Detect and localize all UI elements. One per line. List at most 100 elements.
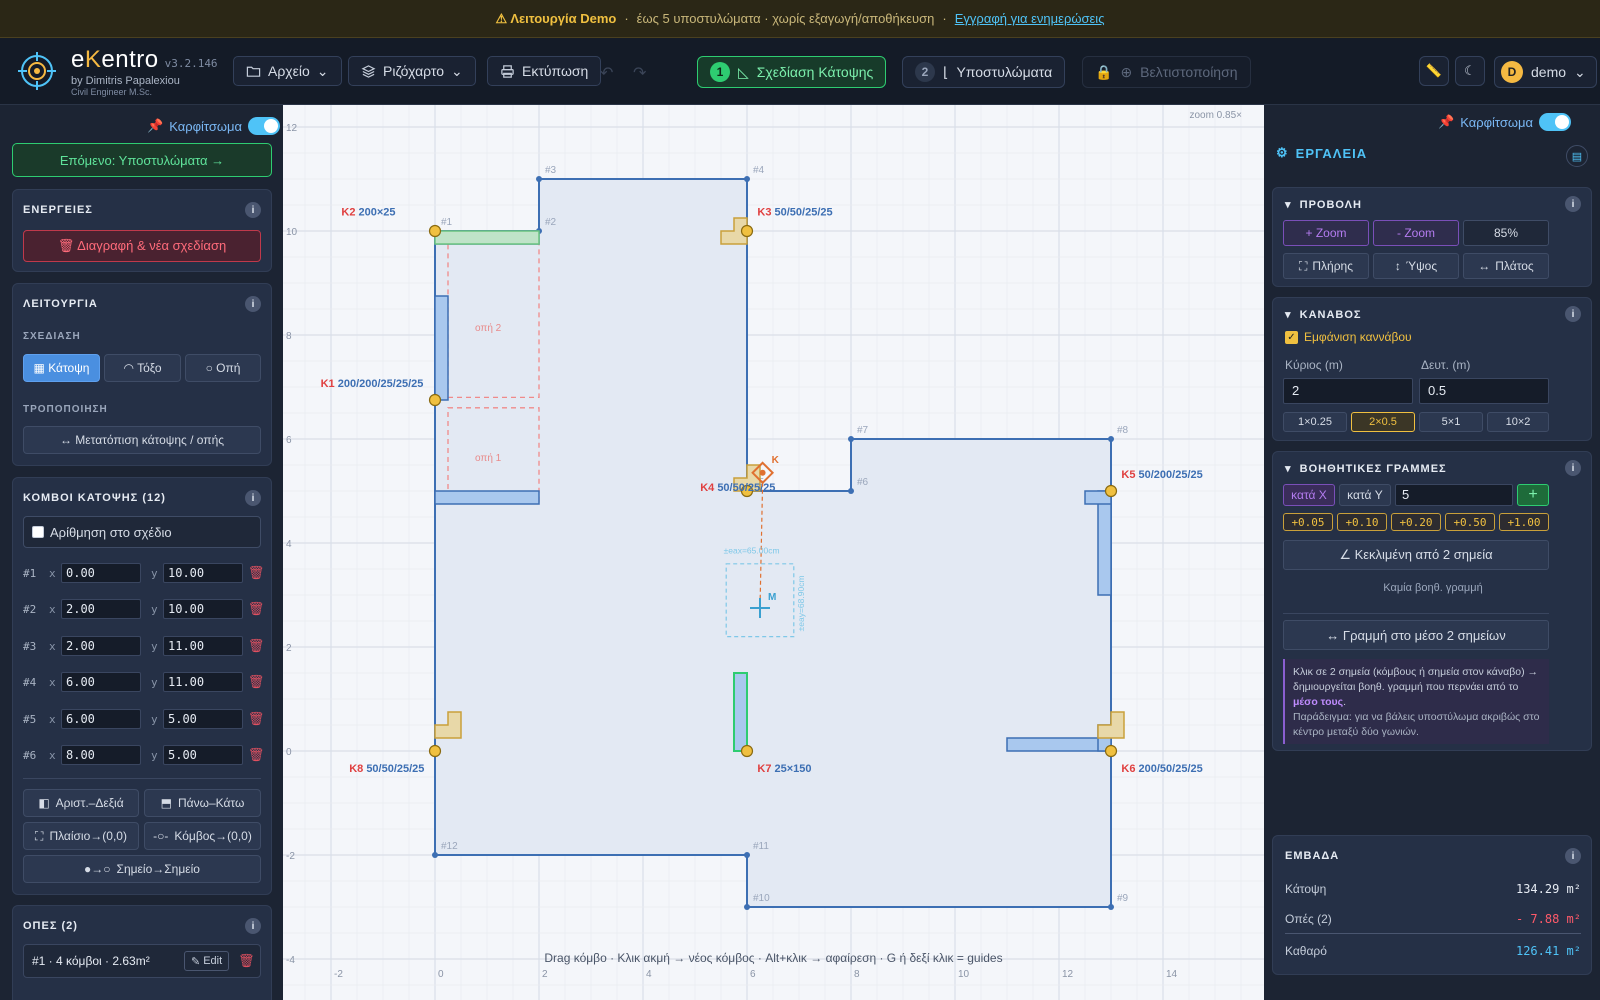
plan-node[interactable]	[1108, 904, 1114, 910]
floor-plan-svg[interactable]: -202468101214121086420-2-4#1#2#3#4#5#6#7…	[283, 105, 1264, 1000]
column-shape[interactable]	[434, 490, 540, 505]
node-y-input[interactable]	[163, 599, 243, 619]
numbering-checkbox[interactable]	[32, 526, 44, 538]
mode-arc-button[interactable]: ◠ Τόξο	[104, 354, 181, 382]
plan-node[interactable]	[744, 176, 750, 182]
node-y-input[interactable]	[163, 709, 243, 729]
plan-node[interactable]	[848, 436, 854, 442]
guide-value-input[interactable]: 5	[1395, 484, 1513, 506]
plan-node[interactable]	[744, 904, 750, 910]
step-floor-plan-tab[interactable]: 1 ◺ Σχεδίαση Κάτοψης	[697, 56, 887, 88]
redo-icon[interactable]: ↷	[633, 63, 646, 83]
node-x-input[interactable]	[61, 745, 141, 765]
trash-icon[interactable]: 🗑	[247, 639, 265, 654]
mirror-lr-button[interactable]: ◧ Αριστ.–Δεξιά	[23, 789, 139, 817]
info-icon[interactable]: i	[1565, 848, 1581, 864]
guide-offset-button[interactable]: +0.20	[1391, 513, 1441, 531]
undo-icon[interactable]: ↶	[600, 63, 613, 83]
column-node[interactable]	[428, 393, 442, 407]
column-node[interactable]	[1104, 744, 1118, 758]
guide-offset-button[interactable]: +0.50	[1445, 513, 1495, 531]
node-x-input[interactable]	[61, 672, 141, 692]
node-origin-button[interactable]: -○- Κόμβος→(0,0)	[144, 822, 261, 850]
plan-node[interactable]	[1108, 436, 1114, 442]
column-node[interactable]	[740, 224, 754, 238]
node-x-input[interactable]	[61, 636, 141, 656]
grid-preset-button[interactable]: 10×2	[1487, 412, 1549, 432]
layers-menu-button[interactable]: Ριζόχαρτο ⌄	[348, 56, 476, 86]
node-x-input[interactable]	[61, 709, 141, 729]
info-icon[interactable]: i	[1565, 460, 1581, 476]
user-menu[interactable]: D demo ⌄	[1494, 56, 1597, 88]
info-icon[interactable]: i	[1565, 196, 1581, 212]
node-y-input[interactable]	[163, 636, 243, 656]
print-button[interactable]: Εκτύπωση	[487, 56, 602, 86]
fit-full-button[interactable]: ⛶ Πλήρης	[1283, 253, 1369, 279]
info-icon[interactable]: i	[245, 490, 261, 506]
node-y-input[interactable]	[163, 563, 243, 583]
column-node[interactable]	[740, 744, 754, 758]
guide-offset-button[interactable]: +0.05	[1283, 513, 1333, 531]
mode-hole-button[interactable]: ○ Οπή	[185, 354, 261, 382]
add-guide-button[interactable]: +	[1517, 484, 1549, 506]
column-shape[interactable]	[1097, 490, 1112, 596]
numbering-checkbox-row[interactable]: Αρίθμηση στο σχέδιο	[23, 516, 261, 548]
plan-node[interactable]	[432, 852, 438, 858]
grid-preset-button[interactable]: 1×0.25	[1283, 412, 1347, 432]
trash-icon[interactable]: 🗑	[247, 675, 265, 690]
info-icon[interactable]: i	[1565, 306, 1581, 322]
frame-origin-button[interactable]: ⛶ Πλαίσιο→(0,0)	[23, 822, 139, 850]
column-shape[interactable]	[733, 672, 748, 752]
node-y-input[interactable]	[163, 745, 243, 765]
plan-node[interactable]	[744, 852, 750, 858]
trash-icon[interactable]: 🗑	[247, 712, 265, 727]
info-icon[interactable]: i	[245, 918, 261, 934]
plan-node[interactable]	[848, 488, 854, 494]
move-plan-button[interactable]: ↔ Μετατόπιση κάτοψης / οπής	[23, 426, 261, 454]
column-shape[interactable]	[1006, 737, 1112, 752]
pin-toggle[interactable]	[1539, 113, 1572, 131]
fit-width-button[interactable]: ↔ Πλάτος	[1463, 253, 1549, 279]
midpoint-guide-button[interactable]: ↔ Γραμμή στο μέσο 2 σημείων	[1283, 620, 1549, 650]
plan-node[interactable]	[536, 176, 542, 182]
pin-toggle[interactable]	[248, 117, 281, 135]
column-shape[interactable]	[434, 295, 449, 401]
trash-icon[interactable]: 🗑	[238, 953, 255, 969]
show-grid-checkbox[interactable]: ✓	[1285, 330, 1298, 344]
column-node[interactable]	[428, 224, 442, 238]
node-x-input[interactable]	[61, 563, 141, 583]
guide-by-x-button[interactable]: κατά X	[1283, 484, 1335, 506]
info-icon[interactable]: i	[245, 296, 261, 312]
zoom-in-button[interactable]: + Zoom	[1283, 220, 1369, 246]
hole-list-item[interactable]: #1 · 4 κόμβοι · 2.63m² ✎ Edit 🗑	[23, 944, 261, 978]
guide-offset-button[interactable]: +0.10	[1337, 513, 1387, 531]
step-columns-tab[interactable]: 2 ⌊ Υποστυλώματα	[902, 56, 1066, 88]
theme-button[interactable]: ☾	[1455, 56, 1485, 86]
grid-preset-button[interactable]: 5×1	[1419, 412, 1483, 432]
grid-preset-button[interactable]: 2×0.5	[1351, 412, 1415, 432]
column-shape[interactable]	[434, 230, 540, 245]
file-menu-button[interactable]: Αρχείο ⌄	[233, 56, 342, 86]
next-step-button[interactable]: Επόμενο: Υποστυλώματα →	[12, 143, 272, 177]
zoom-percent[interactable]: 85%	[1463, 220, 1549, 246]
guide-by-y-button[interactable]: κατά Y	[1339, 484, 1391, 506]
trash-icon[interactable]: 🗑	[247, 748, 265, 763]
sec-spacing-input[interactable]: 0.5	[1419, 378, 1549, 404]
ruler-button[interactable]: 📏	[1419, 56, 1449, 86]
trash-icon[interactable]: 🗑	[247, 602, 265, 617]
edit-hole-button[interactable]: ✎ Edit	[184, 951, 230, 971]
column-node[interactable]	[428, 744, 442, 758]
info-icon[interactable]: i	[245, 202, 261, 218]
guide-offset-button[interactable]: +1.00	[1499, 513, 1549, 531]
node-x-input[interactable]	[61, 599, 141, 619]
chat-button[interactable]: ▤	[1566, 145, 1588, 167]
mode-plan-button[interactable]: ▦ Κάτοψη	[23, 354, 100, 382]
slanted-guide-button[interactable]: ∠ Κεκλιμένη από 2 σημεία	[1283, 540, 1549, 570]
show-grid-row[interactable]: ✓ Εμφάνιση καννάβου	[1285, 330, 1412, 344]
node-y-input[interactable]	[163, 672, 243, 692]
column-node[interactable]	[1104, 484, 1118, 498]
zoom-out-button[interactable]: - Zoom	[1373, 220, 1459, 246]
delete-redraw-button[interactable]: 🗑 Διαγραφή & νέα σχεδίαση	[23, 230, 261, 262]
signup-link[interactable]: Εγγραφή για ενημερώσεις	[955, 11, 1105, 26]
point-to-point-button[interactable]: ●→○ Σημείο→Σημείο	[23, 855, 261, 883]
